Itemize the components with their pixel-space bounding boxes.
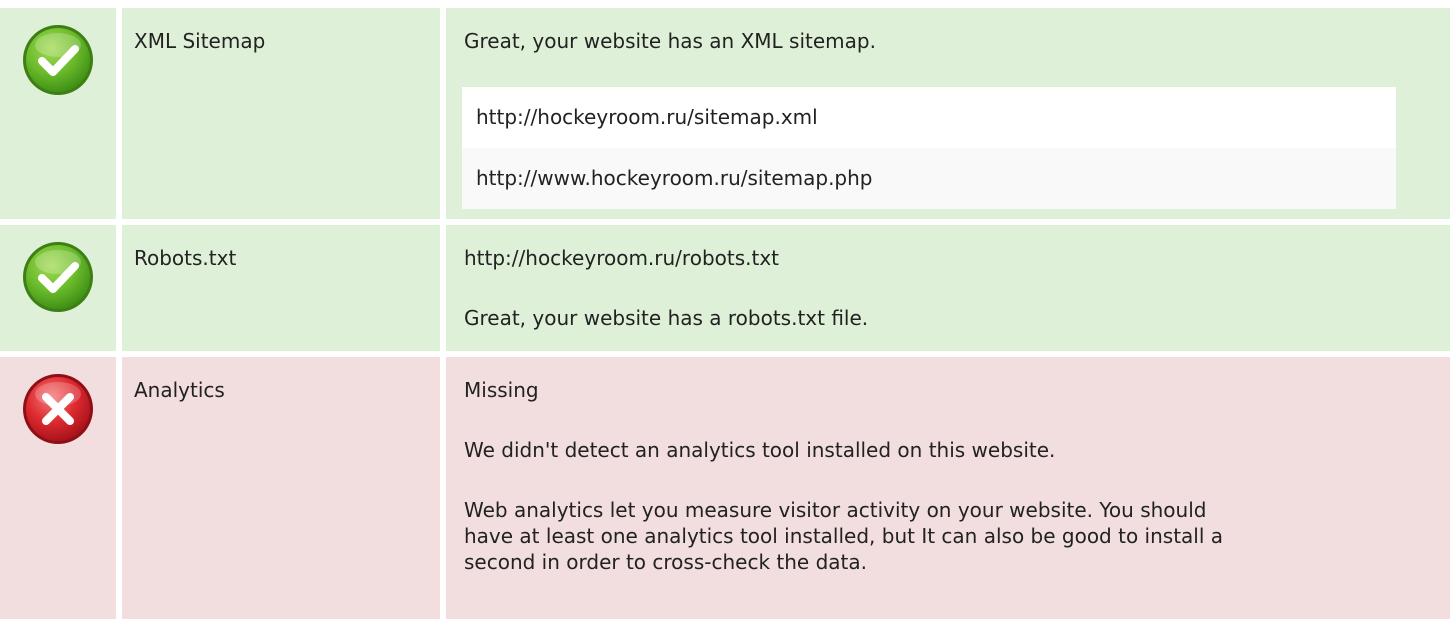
check-label-cell: Analytics [122, 357, 440, 619]
check-message: Great, your website has a robots.txt fil… [464, 306, 869, 330]
sitemap-url-item: http://www.hockeyroom.ru/sitemap.php [462, 148, 1396, 209]
cross-icon [21, 372, 95, 446]
check-icon [21, 23, 95, 97]
check-row-xml-sitemap: XML Sitemap Great, your website has an X… [0, 8, 1450, 219]
check-content-cell: http://hockeyroom.ru/robots.txt Great, y… [446, 225, 1450, 351]
check-label-cell: Robots.txt [122, 225, 440, 351]
sitemap-url-list: http://hockeyroom.ru/sitemap.xml http://… [462, 87, 1396, 209]
check-row-analytics: Analytics Missing We didn't detect an an… [0, 357, 1450, 619]
check-label: XML Sitemap [134, 29, 266, 53]
robots-url: http://hockeyroom.ru/robots.txt [464, 246, 780, 270]
seo-report: XML Sitemap Great, your website has an X… [0, 0, 1450, 619]
check-icon [21, 240, 95, 314]
check-content-cell: Great, your website has an XML sitemap. … [446, 8, 1450, 219]
check-description: Web analytics let you measure visitor ac… [464, 498, 1224, 574]
check-row-robots-txt: Robots.txt http://hockeyroom.ru/robots.t… [0, 225, 1450, 351]
status-cell [0, 225, 116, 351]
analytics-status-value: Missing [464, 378, 539, 402]
check-message: We didn't detect an analytics tool insta… [464, 438, 1056, 462]
check-content-cell: Missing We didn't detect an analytics to… [446, 357, 1450, 619]
sitemap-url-item: http://hockeyroom.ru/sitemap.xml [462, 87, 1396, 148]
status-cell [0, 8, 116, 219]
check-label: Robots.txt [134, 246, 237, 270]
check-message: Great, your website has an XML sitemap. [464, 29, 876, 53]
check-label-cell: XML Sitemap [122, 8, 440, 219]
status-cell [0, 357, 116, 619]
check-label: Analytics [134, 378, 225, 402]
